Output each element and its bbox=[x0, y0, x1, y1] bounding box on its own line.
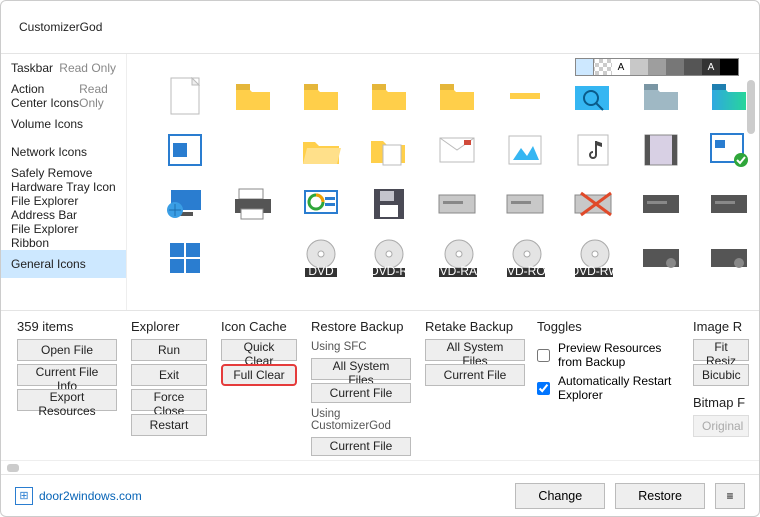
icon-drive-dark[interactable] bbox=[709, 238, 749, 278]
restart-button[interactable]: Restart bbox=[131, 414, 207, 436]
fit-resize-button[interactable]: Fit Resiz bbox=[693, 339, 749, 361]
icon-drive-dark[interactable] bbox=[641, 184, 681, 224]
icon-dvd-rom[interactable]: DVD-ROM bbox=[505, 238, 545, 278]
hscrollbar[interactable] bbox=[1, 460, 759, 474]
restore-current-sfc-button[interactable]: Current File bbox=[311, 383, 411, 403]
icon-control-panel[interactable] bbox=[301, 184, 341, 224]
sidebar-item-network[interactable]: Network Icons bbox=[1, 138, 126, 166]
icon-folder-teal-grad[interactable] bbox=[709, 76, 749, 116]
svg-text:DVD-R: DVD-R bbox=[370, 264, 408, 278]
restore-all-sfc-button[interactable]: All System Files bbox=[311, 358, 411, 380]
force-close-button[interactable]: Force Close bbox=[131, 389, 207, 411]
restore-button[interactable]: Restore bbox=[615, 483, 705, 509]
icon-folder[interactable] bbox=[233, 76, 273, 116]
bottom-panel: 359 items Open File Current File Info Ex… bbox=[1, 310, 759, 460]
bitmap-heading: Bitmap F bbox=[693, 395, 749, 410]
retake-all-button[interactable]: All System Files bbox=[425, 339, 525, 361]
icon-dvd-r[interactable]: DVD-R bbox=[369, 238, 409, 278]
toggle-preview-checkbox[interactable] bbox=[537, 349, 550, 362]
icon-cache-heading: Icon Cache bbox=[221, 319, 297, 334]
sidebar-item-action-center[interactable]: Action Center IconsRead Only bbox=[1, 82, 126, 110]
svg-text:DVD-RW: DVD-RW bbox=[573, 264, 613, 278]
using-sfc-label: Using SFC bbox=[311, 341, 411, 353]
svg-text:DVD: DVD bbox=[308, 264, 334, 278]
sidebar-item-general[interactable]: General Icons bbox=[1, 250, 126, 278]
icon-drive[interactable] bbox=[437, 184, 477, 224]
icon-blank-doc[interactable] bbox=[165, 76, 205, 116]
footer-link[interactable]: ⊞ door2windows.com bbox=[15, 487, 142, 505]
icon-picture[interactable] bbox=[505, 130, 545, 170]
retake-backup-heading: Retake Backup bbox=[425, 319, 523, 334]
retake-current-button[interactable]: Current File bbox=[425, 364, 525, 386]
icon-folder-teal[interactable] bbox=[641, 76, 681, 116]
open-file-button[interactable]: Open File bbox=[17, 339, 117, 361]
sidebar-item-volume[interactable]: Volume Icons bbox=[1, 110, 126, 138]
sidebar-item-ribbon[interactable]: File Explorer Ribbon bbox=[1, 222, 126, 250]
icon-folder[interactable] bbox=[437, 76, 477, 116]
icon-start[interactable] bbox=[165, 238, 205, 278]
quick-clear-button[interactable]: Quick Clear bbox=[221, 339, 297, 361]
icon-folder[interactable] bbox=[301, 76, 341, 116]
change-button[interactable]: Change bbox=[515, 483, 605, 509]
toggles-heading: Toggles bbox=[537, 319, 679, 334]
icon-monitor-globe[interactable] bbox=[165, 184, 205, 224]
toggle-restart-explorer[interactable]: Automatically Restart Explorer bbox=[537, 374, 679, 402]
run-button[interactable]: Run bbox=[131, 339, 207, 361]
title-bar: CustomizerGod bbox=[1, 1, 759, 53]
item-count: 359 items bbox=[17, 319, 117, 334]
restore-current-cgod-button[interactable]: Current File bbox=[311, 437, 411, 457]
icon-printer[interactable] bbox=[233, 184, 273, 224]
menu-button[interactable]: ≡ bbox=[715, 483, 745, 509]
export-resources-button[interactable]: Export Resources bbox=[17, 389, 117, 411]
icon-drive-dark[interactable] bbox=[641, 238, 681, 278]
original-button[interactable]: Original bbox=[693, 415, 749, 437]
icon-dvd-rw[interactable]: DVD-RW bbox=[573, 238, 613, 278]
exit-button[interactable]: Exit bbox=[131, 364, 207, 386]
icon-folder-docs[interactable] bbox=[369, 130, 409, 170]
icon-spacer bbox=[233, 238, 273, 278]
restore-backup-heading: Restore Backup bbox=[311, 319, 411, 334]
sidebar-item-addr-bar[interactable]: File Explorer Address Bar bbox=[1, 194, 126, 222]
icon-drive[interactable] bbox=[505, 184, 545, 224]
icon-grid: DVD DVD-R DVD-RAM DVD-ROM DVD-RW bbox=[127, 54, 759, 310]
icon-envelope[interactable] bbox=[437, 130, 477, 170]
sidebar: TaskbarRead Only Action Center IconsRead… bbox=[1, 54, 127, 310]
hscroll-thumb[interactable] bbox=[7, 464, 19, 472]
icon-folder-open[interactable] bbox=[301, 130, 341, 170]
logo-icon: ⊞ bbox=[15, 487, 33, 505]
icon-music[interactable] bbox=[573, 130, 613, 170]
full-clear-button[interactable]: Full Clear bbox=[221, 364, 297, 386]
toggle-restart-checkbox[interactable] bbox=[537, 382, 550, 395]
toggle-preview[interactable]: Preview Resources from Backup bbox=[537, 341, 679, 369]
icon-floppy[interactable] bbox=[369, 184, 409, 224]
icon-window-check[interactable] bbox=[709, 130, 749, 170]
icon-dvd-ram[interactable]: DVD-RAM bbox=[437, 238, 477, 278]
app-title: CustomizerGod bbox=[19, 20, 102, 34]
footer: ⊞ door2windows.com Change Restore ≡ bbox=[1, 474, 759, 516]
bicubic-button[interactable]: Bicubic bbox=[693, 364, 749, 386]
sidebar-item-safely-remove[interactable]: Safely Remove Hardware Tray Icon bbox=[1, 166, 126, 194]
image-r-heading: Image R bbox=[693, 319, 749, 334]
hamburger-icon: ≡ bbox=[726, 489, 733, 503]
main: A A bbox=[127, 54, 759, 310]
icon-dvd[interactable]: DVD bbox=[301, 238, 341, 278]
icon-window[interactable] bbox=[165, 130, 205, 170]
sidebar-item-taskbar[interactable]: TaskbarRead Only bbox=[1, 54, 126, 82]
svg-text:DVD-RAM: DVD-RAM bbox=[437, 264, 477, 278]
using-cgod-label: Using CustomizerGod bbox=[311, 408, 411, 432]
icon-drive-dark[interactable] bbox=[709, 184, 749, 224]
icon-strip[interactable] bbox=[505, 76, 545, 116]
content: TaskbarRead Only Action Center IconsRead… bbox=[1, 53, 759, 310]
current-file-info-button[interactable]: Current File Info bbox=[17, 364, 117, 386]
icon-spacer bbox=[233, 130, 273, 170]
icon-drive-delete[interactable] bbox=[573, 184, 613, 224]
icon-folder[interactable] bbox=[369, 76, 409, 116]
explorer-heading: Explorer bbox=[131, 319, 207, 334]
icon-video[interactable] bbox=[641, 130, 681, 170]
svg-text:DVD-ROM: DVD-ROM bbox=[505, 264, 545, 278]
icon-folder-search[interactable] bbox=[573, 76, 613, 116]
